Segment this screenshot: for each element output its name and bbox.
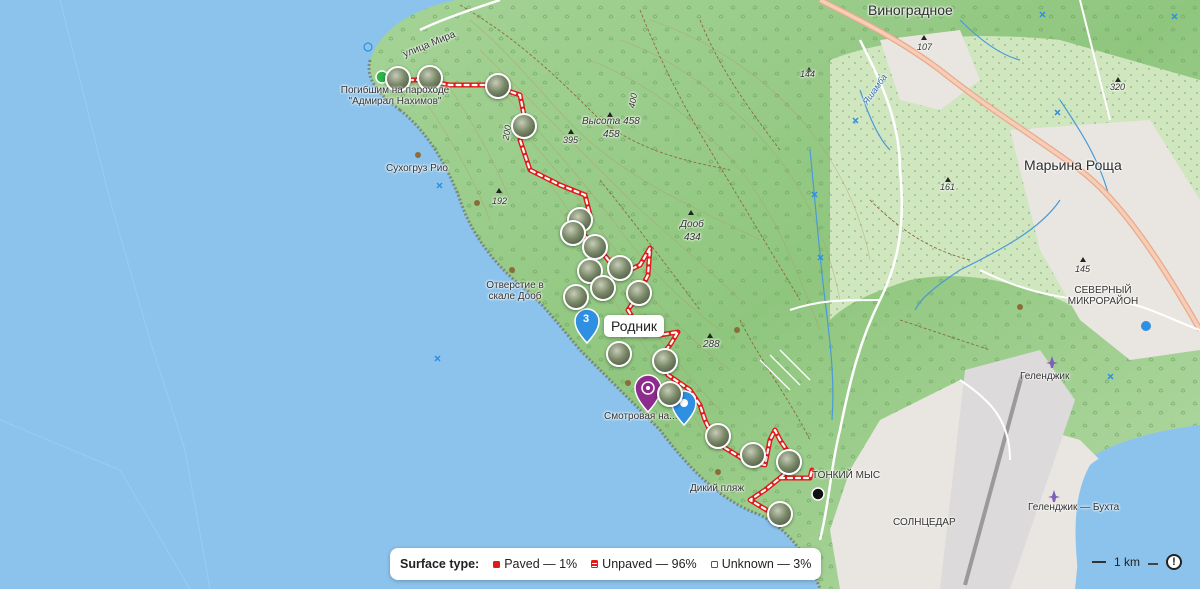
route-photo[interactable] bbox=[606, 341, 632, 367]
elev-395: 395 bbox=[563, 135, 579, 145]
label-severny: СЕВЕРНЫЙ МИКРОРАЙОН bbox=[1067, 285, 1139, 307]
legend-item-paved: Paved — 1% bbox=[493, 557, 577, 571]
label-tonkiy-bay: ТОНКИЙ МЫС bbox=[812, 470, 881, 481]
route-photo[interactable] bbox=[626, 280, 652, 306]
surface-legend: Surface type: Paved — 1% Unpaved — 96% U… bbox=[390, 548, 822, 580]
label-doob-elev: 434 bbox=[684, 232, 701, 243]
label-vysota: Высота 458 bbox=[582, 116, 640, 127]
label-marina-roshcha: Марьина Роща bbox=[1024, 157, 1122, 173]
legend-swatch-unknown bbox=[710, 560, 718, 568]
route-photo[interactable] bbox=[582, 234, 608, 260]
bus-stop-icon bbox=[1141, 321, 1151, 331]
legend-label-unknown: Unknown — 3% bbox=[721, 557, 812, 571]
scale-divider bbox=[1148, 563, 1158, 565]
route-photo[interactable] bbox=[485, 73, 511, 99]
scale-line bbox=[1092, 561, 1106, 563]
elev-192: 192 bbox=[492, 196, 508, 206]
pin-number: 3 bbox=[583, 313, 590, 325]
route-photo[interactable] bbox=[705, 423, 731, 449]
info-icon[interactable]: ! bbox=[1166, 554, 1182, 570]
label-sukhogruz: Сухогруз Рио bbox=[386, 163, 448, 174]
label-solntsedar: СОЛНЦЕДАР bbox=[893, 517, 956, 528]
label-gelendzhik-bukhta: Геленджик — Бухта bbox=[1028, 502, 1120, 513]
legend-label-paved: Paved — 1% bbox=[504, 557, 578, 571]
route-photo[interactable] bbox=[511, 113, 537, 139]
elev-144: 144 bbox=[800, 69, 816, 79]
label-tonkiy-elev: 288 bbox=[703, 339, 720, 350]
label-smotrovaya: Смотровая на... bbox=[604, 411, 678, 422]
route-photo[interactable] bbox=[652, 348, 678, 374]
route-photo[interactable] bbox=[590, 275, 616, 301]
label-vysota-elev: 458 bbox=[603, 129, 620, 140]
legend-item-unknown: Unknown — 3% bbox=[710, 557, 812, 571]
scale-label: 1 km bbox=[1114, 555, 1141, 569]
label-doob: Дооб bbox=[680, 219, 704, 230]
route-photo[interactable] bbox=[776, 449, 802, 475]
legend-item-unpaved: Unpaved — 96% bbox=[591, 557, 697, 571]
route-photo[interactable] bbox=[563, 284, 589, 310]
end-marker bbox=[811, 487, 825, 501]
elev-145: 145 bbox=[1075, 264, 1091, 274]
route-photo[interactable] bbox=[767, 501, 793, 527]
label-dikiy: Дикий пляж bbox=[690, 483, 745, 494]
map-tooltip: Родник bbox=[604, 315, 665, 337]
legend-label-unpaved: Unpaved — 96% bbox=[602, 557, 697, 571]
label-gelendzhik-airport: Геленджик bbox=[1020, 371, 1070, 382]
label-nakhimov: Погибшим на пароходе "Адмирал Нахимов" bbox=[340, 85, 450, 107]
elev-161: 161 bbox=[940, 182, 956, 192]
legend-swatch-paved bbox=[493, 560, 501, 568]
elev-107: 107 bbox=[917, 42, 933, 52]
legend-title: Surface type: bbox=[400, 557, 480, 571]
label-vinogradnoe: Виноградное bbox=[868, 2, 953, 18]
label-otverstie: Отверстие в скале Дооб bbox=[486, 280, 544, 302]
elev-320: 320 bbox=[1110, 82, 1126, 92]
scale-bar: 1 km bbox=[1092, 555, 1140, 569]
legend-swatch-unpaved bbox=[591, 560, 599, 568]
route-photo[interactable] bbox=[740, 442, 766, 468]
route-photo[interactable] bbox=[657, 381, 683, 407]
